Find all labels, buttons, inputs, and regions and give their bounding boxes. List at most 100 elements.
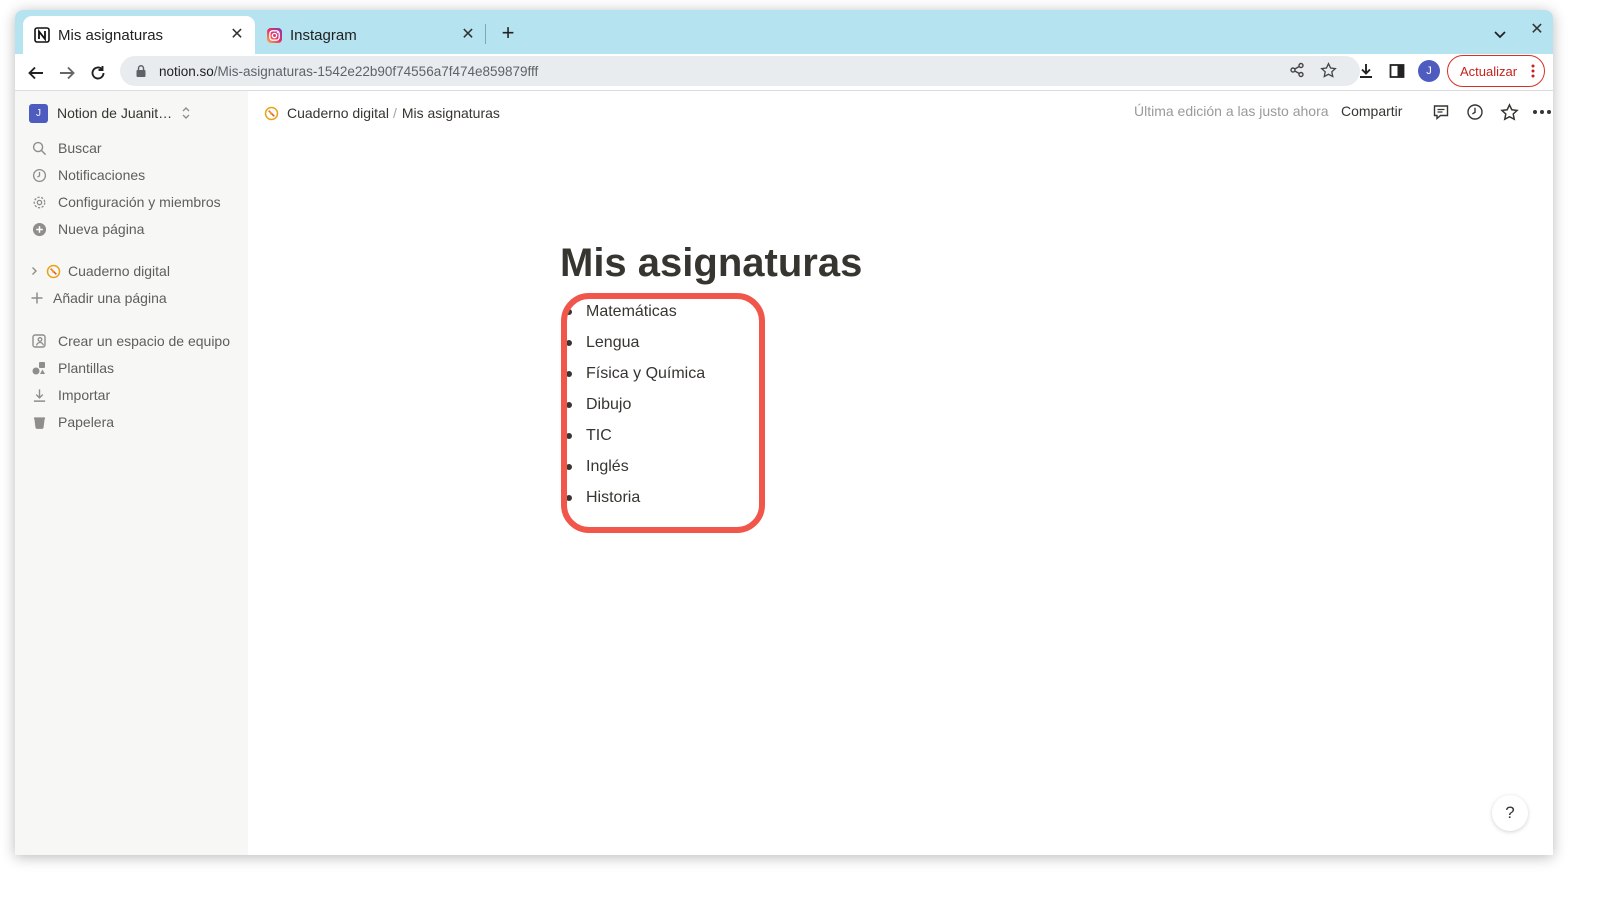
downloads-icon[interactable]: [1353, 58, 1379, 84]
list-item[interactable]: Física y Química: [566, 358, 705, 389]
chevron-right-icon[interactable]: [29, 266, 39, 276]
side-panel-icon[interactable]: [1384, 58, 1410, 84]
share-page-icon[interactable]: [1287, 60, 1307, 80]
more-options-icon[interactable]: [1531, 101, 1553, 123]
sidebar-item-nueva-pagina[interactable]: Nueva página: [31, 218, 144, 240]
search-icon: [31, 140, 47, 156]
browser-window: Mis asignaturas ✕ Instagram ✕ + ✕ notion…: [15, 10, 1553, 855]
forward-button[interactable]: [54, 60, 80, 86]
list-item-text: Inglés: [586, 457, 629, 475]
tab-mis-asignaturas[interactable]: Mis asignaturas ✕: [23, 16, 255, 54]
instagram-icon: [266, 27, 282, 43]
sidebar-item-label: Plantillas: [58, 360, 115, 376]
list-item-text: Física y Química: [586, 364, 706, 382]
list-item-text: Historia: [586, 488, 641, 506]
sidebar-item-label: Configuración y miembros: [58, 194, 221, 210]
address-bar[interactable]: notion.so/Mis-asignaturas-1542e22b90f745…: [120, 56, 1360, 86]
bullet-icon: [566, 308, 572, 315]
sidebar-item-label: Nueva página: [58, 221, 145, 237]
favorite-star-icon[interactable]: [1498, 101, 1520, 123]
breadcrumb-item-current[interactable]: Mis asignaturas: [402, 105, 500, 121]
list-item[interactable]: Inglés: [566, 451, 705, 482]
sidebar-item-label: Crear un espacio de equipo: [58, 333, 231, 349]
tab-title: Instagram: [290, 26, 357, 44]
profile-avatar[interactable]: J: [1418, 60, 1440, 82]
list-item[interactable]: Matemáticas: [566, 296, 705, 327]
breadcrumb-separator: /: [392, 105, 397, 121]
tab-title: Mis asignaturas: [58, 26, 164, 44]
workspace-avatar: J: [29, 103, 48, 123]
notion-sidebar: J Notion de Juanit… Buscar Notificacione…: [15, 91, 248, 855]
tab-separator: [485, 24, 486, 44]
sidebar-item-buscar[interactable]: Buscar: [31, 137, 102, 159]
breadcrumb: Cuaderno digital / Mis asignaturas: [264, 103, 500, 123]
sidebar-page-cuaderno-digital[interactable]: Cuaderno digital: [29, 260, 170, 282]
workspace-switcher[interactable]: J Notion de Juanit…: [29, 103, 192, 123]
breadcrumb-item-cuaderno[interactable]: Cuaderno digital: [287, 105, 389, 121]
comments-icon[interactable]: [1430, 101, 1452, 123]
sidebar-item-crear-espacio[interactable]: Crear un espacio de equipo: [31, 330, 230, 352]
plus-circle-icon: [31, 221, 47, 237]
bullet-icon: [566, 401, 572, 408]
arrow-right-icon: [60, 66, 75, 80]
url-path: /Mis-asignaturas-1542e22b90f74556a7f474e…: [213, 63, 539, 79]
list-item-text: TIC: [586, 426, 612, 444]
shapes-icon: [31, 360, 47, 376]
page-title[interactable]: Mis asignaturas: [560, 241, 862, 286]
compass-icon: [45, 263, 61, 279]
browser-toolbar: notion.so/Mis-asignaturas-1542e22b90f745…: [15, 54, 1553, 91]
arrow-left-icon: [28, 66, 43, 80]
list-item[interactable]: Lengua: [566, 327, 705, 358]
back-button[interactable]: [23, 60, 49, 86]
url-host: notion.so: [159, 63, 214, 79]
download-icon: [31, 387, 47, 403]
sidebar-item-papelera[interactable]: Papelera: [31, 411, 114, 433]
lock-icon: [136, 65, 146, 77]
subject-list: Matemáticas Lengua Física y Química Dibu…: [566, 296, 705, 513]
window-close-icon[interactable]: ✕: [1527, 20, 1547, 40]
sidebar-item-label: Importar: [58, 387, 111, 403]
kebab-menu-icon[interactable]: [1530, 63, 1536, 82]
compass-icon: [264, 106, 279, 120]
last-edited-text: Última edición a las justo ahora: [1134, 103, 1329, 119]
sidebar-item-label: Papelera: [58, 414, 115, 430]
sidebar-item-label: Buscar: [58, 140, 102, 156]
sidebar-item-configuracion[interactable]: Configuración y miembros: [31, 191, 221, 213]
list-item[interactable]: Dibujo: [566, 389, 705, 420]
tab-strip: Mis asignaturas ✕ Instagram ✕ + ✕: [15, 10, 1553, 54]
reload-icon: [91, 66, 105, 80]
sidebar-item-notificaciones[interactable]: Notificaciones: [31, 164, 145, 186]
tab-instagram[interactable]: Instagram ✕: [258, 16, 486, 54]
list-item-text: Matemáticas: [586, 302, 677, 320]
bookmark-star-icon[interactable]: [1318, 60, 1338, 80]
workspace-name: Notion de Juanit…: [57, 105, 173, 121]
add-page-button[interactable]: Añadir una página: [29, 287, 167, 309]
list-item-text: Dibujo: [586, 395, 632, 413]
sidebar-item-importar[interactable]: Importar: [31, 384, 110, 406]
close-tab-icon[interactable]: ✕: [229, 27, 245, 43]
sidebar-item-plantillas[interactable]: Plantillas: [31, 357, 114, 379]
new-tab-button[interactable]: +: [496, 22, 520, 46]
plus-icon: [29, 290, 45, 306]
clock-icon: [31, 167, 47, 183]
notion-icon: [34, 27, 50, 43]
list-item[interactable]: Historia: [566, 482, 705, 513]
tab-search-icon[interactable]: [1488, 22, 1512, 46]
sidebar-item-label: Notificaciones: [58, 167, 146, 183]
team-icon: [31, 333, 47, 349]
sidebar-item-label: Cuaderno digital: [68, 263, 170, 279]
share-button[interactable]: Compartir: [1341, 103, 1402, 123]
reload-button[interactable]: [85, 60, 111, 86]
help-button[interactable]: ?: [1492, 795, 1528, 831]
page-content: Cuaderno digital / Mis asignaturas Últim…: [248, 91, 1553, 855]
bullet-icon: [566, 339, 572, 346]
bullet-icon: [566, 494, 572, 501]
trash-icon: [31, 414, 47, 430]
history-icon[interactable]: [1464, 101, 1486, 123]
list-item[interactable]: TIC: [566, 420, 705, 451]
close-tab-icon[interactable]: ✕: [460, 27, 476, 43]
update-label: Actualizar: [1460, 63, 1518, 79]
list-item-text: Lengua: [586, 333, 640, 351]
chevron-updown-icon: [182, 107, 190, 119]
update-button[interactable]: Actualizar: [1447, 55, 1545, 87]
